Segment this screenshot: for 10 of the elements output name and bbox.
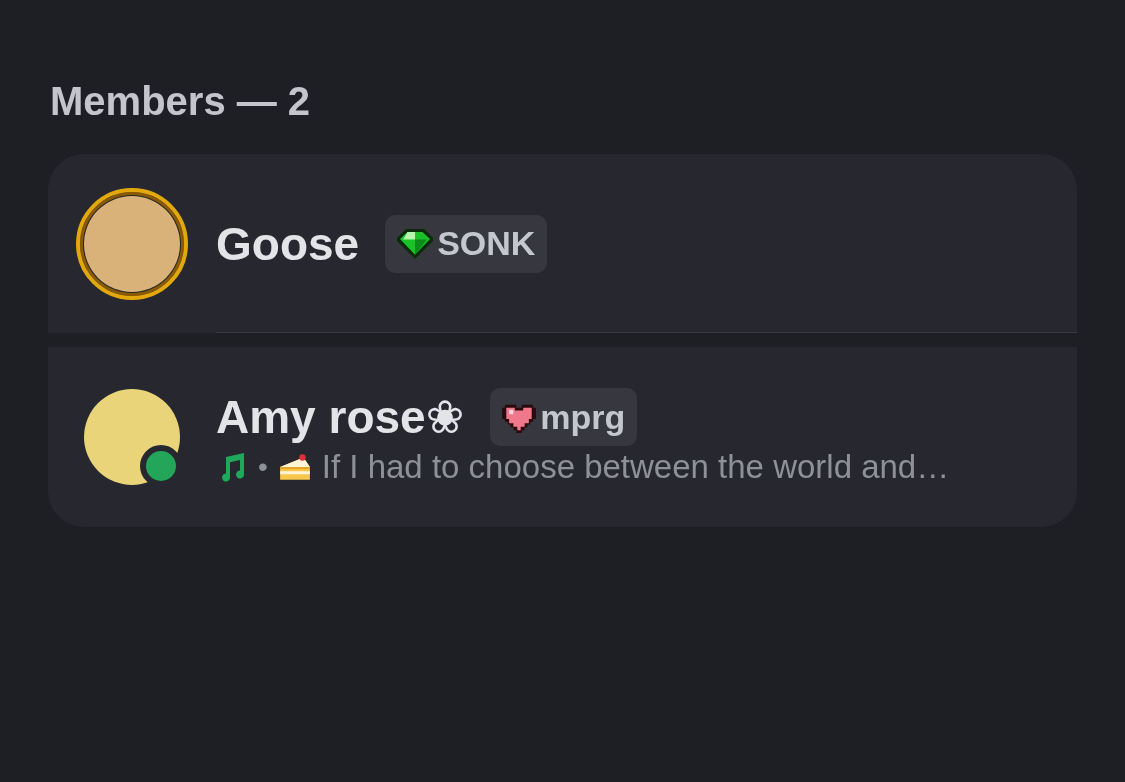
- tag-badge: mprg: [490, 388, 638, 446]
- section-heading: Members — 2: [50, 78, 312, 125]
- member-name: Goose: [216, 216, 360, 272]
- custom-status-text: If I had to choose between the world and…: [321, 448, 950, 486]
- member-row[interactable]: Goose SONK: [48, 154, 1077, 333]
- separator-dot: •: [258, 451, 268, 483]
- tag-badge: SONK: [385, 214, 548, 273]
- gem-icon: [397, 228, 434, 259]
- member-row[interactable]: Amy rose❀ mprg • If I had to choose between the world and…: [48, 347, 1077, 527]
- member-name: Amy rose❀: [216, 390, 465, 445]
